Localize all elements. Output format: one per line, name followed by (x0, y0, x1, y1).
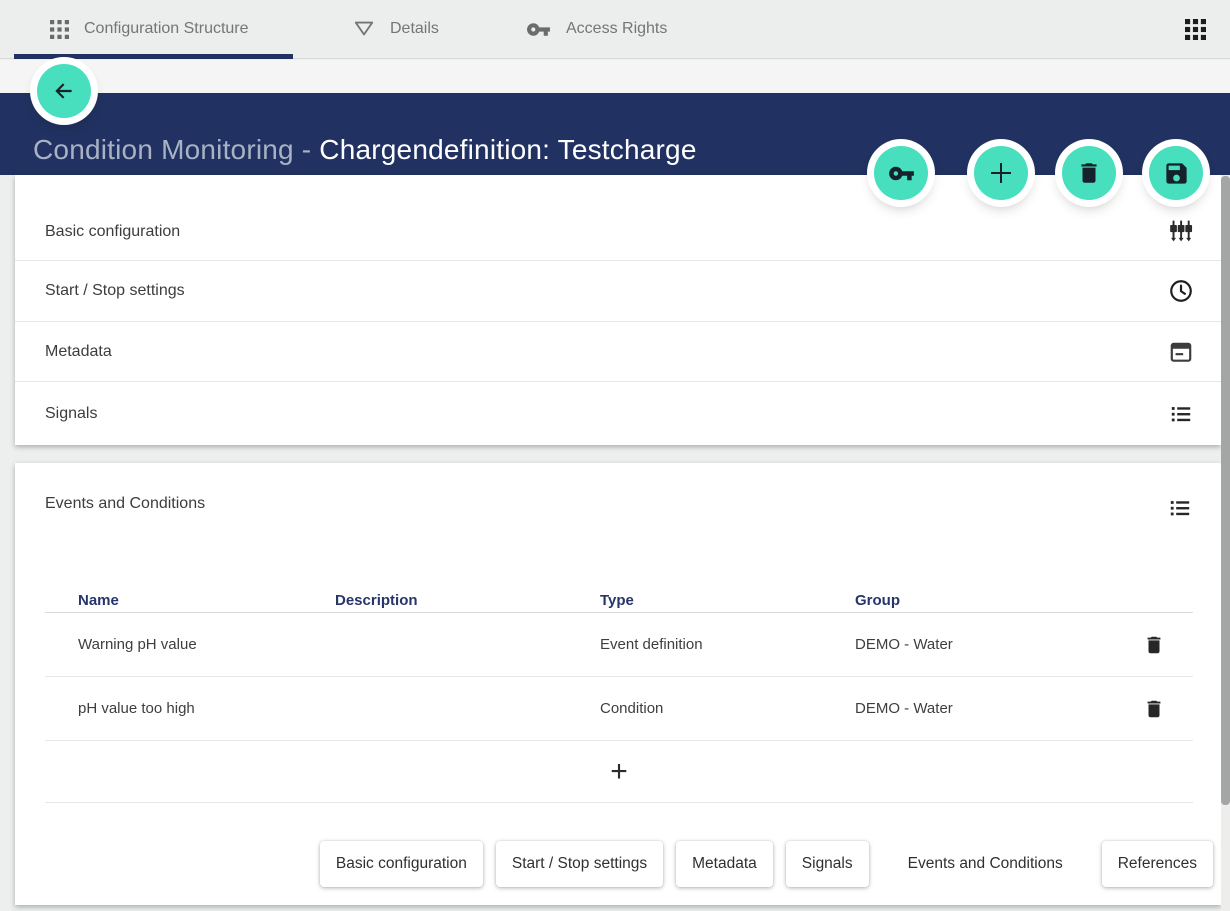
section-row-basic-configuration[interactable]: Basic configuration (15, 175, 1221, 261)
section-row-signals[interactable]: Signals (15, 382, 1221, 445)
delete-button[interactable] (1062, 146, 1116, 200)
nav-button-events-and-conditions[interactable]: Events and Conditions (882, 841, 1089, 887)
add-row-button[interactable]: + (600, 756, 638, 788)
toolbar-strip (0, 60, 1230, 93)
page-title-context: Condition Monitoring - (33, 134, 319, 165)
cell-type: Condition (600, 700, 855, 717)
tab-label: Access Rights (566, 20, 667, 38)
scrollbar-thumb[interactable] (1221, 176, 1230, 805)
page-header: Condition Monitoring - Chargendefinition… (0, 93, 1230, 175)
trash-icon (1143, 698, 1165, 720)
configuration-sections-card: Basic configuration Start / Stop setting… (15, 175, 1221, 445)
plus-icon (986, 158, 1016, 188)
cell-name: Warning pH value (45, 636, 335, 653)
grid-icon (50, 20, 69, 39)
sliders-icon (1168, 219, 1194, 245)
tab-configuration-structure[interactable]: Configuration Structure (50, 0, 249, 58)
nav-button-metadata[interactable]: Metadata (676, 841, 773, 887)
key-icon (888, 160, 915, 187)
back-button[interactable] (37, 64, 91, 118)
row-delete-button[interactable] (1141, 696, 1167, 722)
add-row: + (45, 741, 1193, 803)
events-panel-title: Events and Conditions (45, 495, 205, 513)
nav-button-basic-configuration[interactable]: Basic configuration (320, 841, 483, 887)
bottom-section-nav: Basic configuration Start / Stop setting… (320, 841, 1213, 887)
clock-icon (1168, 278, 1194, 304)
row-delete-button[interactable] (1141, 632, 1167, 658)
section-label: Signals (45, 405, 1168, 423)
tab-access-rights[interactable]: Access Rights (526, 0, 667, 58)
events-table-header: Name Description Type Group (45, 588, 1193, 613)
tab-details[interactable]: Details (353, 0, 439, 58)
table-row[interactable]: Warning pH value Event definition DEMO -… (45, 613, 1193, 677)
cell-group: DEMO - Water (855, 636, 1119, 653)
active-tab-underline (14, 54, 293, 59)
trash-icon (1143, 634, 1165, 656)
arrow-left-icon (51, 78, 77, 104)
scrollbar[interactable] (1221, 175, 1230, 911)
tab-label: Configuration Structure (84, 20, 249, 38)
add-button[interactable] (974, 146, 1028, 200)
events-table: Name Description Type Group Warning pH v… (45, 588, 1193, 803)
list-icon (1167, 495, 1193, 521)
column-header-description: Description (335, 592, 600, 609)
key-icon (526, 17, 551, 42)
apps-grid-icon[interactable] (1185, 19, 1206, 40)
nav-button-start-stop-settings[interactable]: Start / Stop settings (496, 841, 663, 887)
table-row[interactable]: pH value too high Condition DEMO - Water (45, 677, 1193, 741)
page-title-entity: Chargendefinition: Testcharge (319, 134, 696, 165)
column-header-group: Group (855, 592, 1119, 609)
tab-label: Details (390, 20, 439, 38)
trash-icon (1076, 160, 1102, 186)
section-label: Start / Stop settings (45, 282, 1168, 300)
column-header-type: Type (600, 592, 855, 609)
cell-group: DEMO - Water (855, 700, 1119, 717)
save-icon (1163, 160, 1190, 187)
access-key-button[interactable] (874, 146, 928, 200)
nav-button-references[interactable]: References (1102, 841, 1213, 887)
section-label: Basic configuration (45, 223, 1168, 241)
top-tab-bar: Configuration Structure Details Access R… (0, 0, 1230, 59)
column-header-name: Name (45, 592, 335, 609)
events-and-conditions-card: Events and Conditions Name Description T… (15, 463, 1221, 905)
page-title: Condition Monitoring - Chargendefinition… (33, 134, 697, 166)
calendar-icon (1168, 339, 1194, 365)
section-row-metadata[interactable]: Metadata (15, 322, 1221, 382)
section-label: Metadata (45, 343, 1168, 361)
cell-type: Event definition (600, 636, 855, 653)
cell-name: pH value too high (45, 700, 335, 717)
section-row-start-stop-settings[interactable]: Start / Stop settings (15, 261, 1221, 322)
nav-button-signals[interactable]: Signals (786, 841, 869, 887)
save-button[interactable] (1149, 146, 1203, 200)
funnel-icon (353, 19, 375, 39)
list-icon (1168, 401, 1194, 427)
